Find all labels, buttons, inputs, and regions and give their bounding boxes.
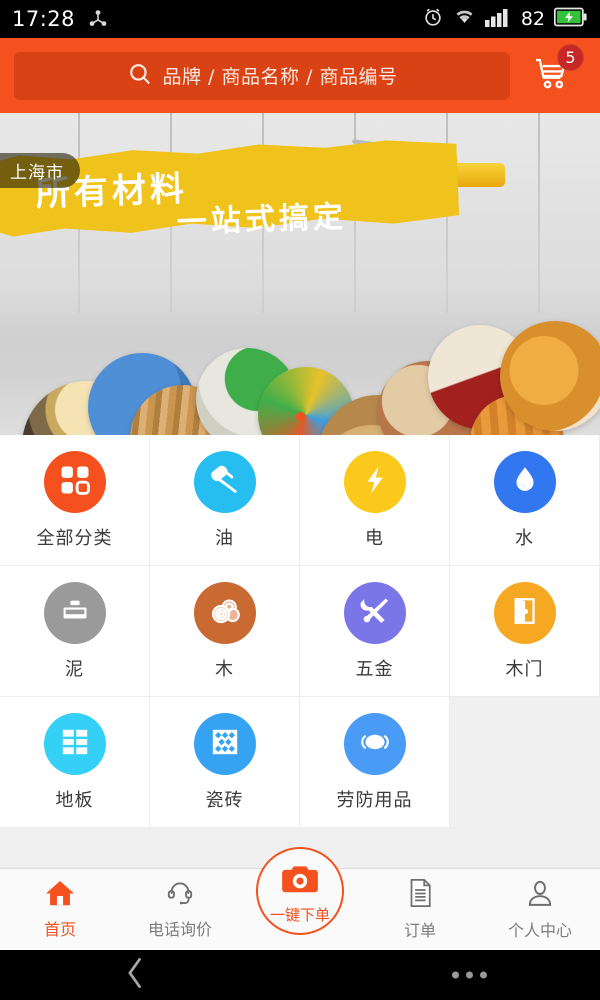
category-icon-circle — [193, 712, 256, 775]
face-mask-icon — [357, 727, 393, 761]
tools-wrench-icon — [358, 594, 392, 632]
battery-percent-label: 82 — [520, 8, 545, 30]
category-icon-circle — [493, 581, 556, 644]
water-drop-icon — [509, 464, 541, 500]
cart-badge: 5 — [557, 43, 584, 71]
category-item-water[interactable]: 水 — [450, 435, 600, 566]
cellular-signal-icon — [484, 7, 512, 31]
category-label: 全部分类 — [36, 527, 113, 549]
category-icon-circle — [343, 581, 406, 644]
category-grid-rows: 全部分类 油 电 水 泥 木 五金 木门 地板 瓷砖 劳防用品 — [0, 435, 600, 828]
share-nodes-icon — [87, 8, 109, 30]
lightning-bolt-icon — [359, 464, 391, 500]
app-header: 品牌 / 商品名称 / 商品编号 5 — [0, 38, 600, 113]
tab-quick-order[interactable]: 一键下单 — [240, 847, 360, 950]
alarm-clock-icon — [422, 6, 444, 32]
banner-headline: 所有材料 一站式搞定 — [27, 147, 469, 240]
chevron-left-icon[interactable] — [122, 956, 148, 994]
door-icon — [509, 594, 541, 632]
trowel-icon — [59, 595, 91, 631]
search-input[interactable]: 品牌 / 商品名称 / 商品编号 — [14, 51, 510, 100]
category-label: 木 — [215, 658, 234, 680]
cart-button[interactable]: 5 — [518, 43, 586, 106]
category-item-wooden-door[interactable]: 木门 — [450, 566, 600, 697]
bottom-tabbar: 首页 电话询价 一键下单 订单 个人中心 — [0, 847, 600, 950]
promo-banner[interactable]: 所有材料 一站式搞定 上海市 — [0, 113, 600, 435]
category-item-hardware[interactable]: 五金 — [300, 566, 450, 697]
document-icon — [407, 878, 434, 912]
category-label: 地板 — [55, 789, 94, 811]
category-label: 水 — [515, 527, 534, 549]
tab-label: 个人中心 — [507, 920, 572, 940]
category-icon-circle — [493, 450, 556, 513]
grid-squares-icon — [58, 463, 92, 501]
category-item-safety-supplies[interactable]: 劳防用品 — [300, 697, 450, 828]
floor-tiles-icon — [58, 725, 92, 763]
wood-log-icon — [207, 593, 243, 633]
category-item-mud[interactable]: 泥 — [0, 566, 150, 697]
quick-order-button[interactable]: 一键下单 — [256, 847, 344, 935]
carousel-indicator[interactable] — [0, 412, 600, 421]
category-label: 电 — [365, 527, 384, 549]
status-bar-clock: 17:28 — [12, 7, 76, 31]
carousel-dot[interactable] — [295, 412, 305, 421]
location-badge[interactable]: 上海市 — [0, 153, 80, 188]
tab-home[interactable]: 首页 — [0, 869, 120, 950]
category-icon-circle — [43, 712, 106, 775]
category-label: 劳防用品 — [336, 789, 413, 811]
tab-profile[interactable]: 个人中心 — [480, 869, 600, 950]
tab-label: 一键下单 — [269, 906, 330, 924]
home-icon — [44, 879, 76, 911]
app-root: 17:28 82 品牌 / 商品名称 / 商品编号 5 所有材料 一站式搞定 上… — [0, 0, 600, 1000]
status-bar-icons: 82 — [422, 6, 588, 32]
wifi-icon — [453, 6, 476, 32]
category-item-paint[interactable]: 油 — [150, 435, 300, 566]
category-label: 木门 — [505, 658, 544, 680]
more-dots-icon[interactable] — [452, 971, 487, 979]
camera-icon — [280, 863, 320, 900]
category-item-all[interactable]: 全部分类 — [0, 435, 150, 566]
category-label: 油 — [215, 527, 234, 549]
category-item-empty — [450, 697, 600, 828]
category-item-flooring[interactable]: 地板 — [0, 697, 150, 828]
ceramic-tile-icon — [208, 725, 242, 763]
status-bar: 17:28 82 — [0, 0, 600, 38]
paint-roller-icon — [207, 462, 243, 502]
category-icon-circle — [193, 581, 256, 644]
android-navigation-bar — [0, 950, 600, 1000]
category-grid: 全部分类 油 电 水 泥 木 五金 木门 地板 瓷砖 劳防用品 — [0, 435, 600, 868]
category-item-wood[interactable]: 木 — [150, 566, 300, 697]
category-icon-circle — [193, 450, 256, 513]
category-icon-circle — [343, 712, 406, 775]
tab-label: 首页 — [43, 920, 76, 939]
person-icon — [525, 879, 555, 912]
category-item-ceramic-tile[interactable]: 瓷砖 — [150, 697, 300, 828]
category-label: 泥 — [65, 658, 84, 680]
category-icon-circle — [43, 581, 106, 644]
tab-label: 电话询价 — [147, 920, 212, 939]
search-icon — [127, 61, 153, 91]
tab-orders[interactable]: 订单 — [360, 869, 480, 950]
category-label: 瓷砖 — [205, 789, 244, 811]
category-icon-circle — [343, 450, 406, 513]
headset-icon — [165, 879, 195, 911]
category-item-electric[interactable]: 电 — [300, 435, 450, 566]
tab-label: 订单 — [403, 921, 436, 940]
tab-phone-inquiry[interactable]: 电话询价 — [120, 869, 240, 950]
search-placeholder: 品牌 / 商品名称 / 商品编号 — [162, 66, 398, 88]
category-label: 五金 — [355, 658, 394, 680]
battery-charging-icon — [553, 7, 588, 31]
banner-headline-line2: 一站式搞定 — [176, 199, 348, 241]
category-icon-circle — [43, 450, 106, 513]
